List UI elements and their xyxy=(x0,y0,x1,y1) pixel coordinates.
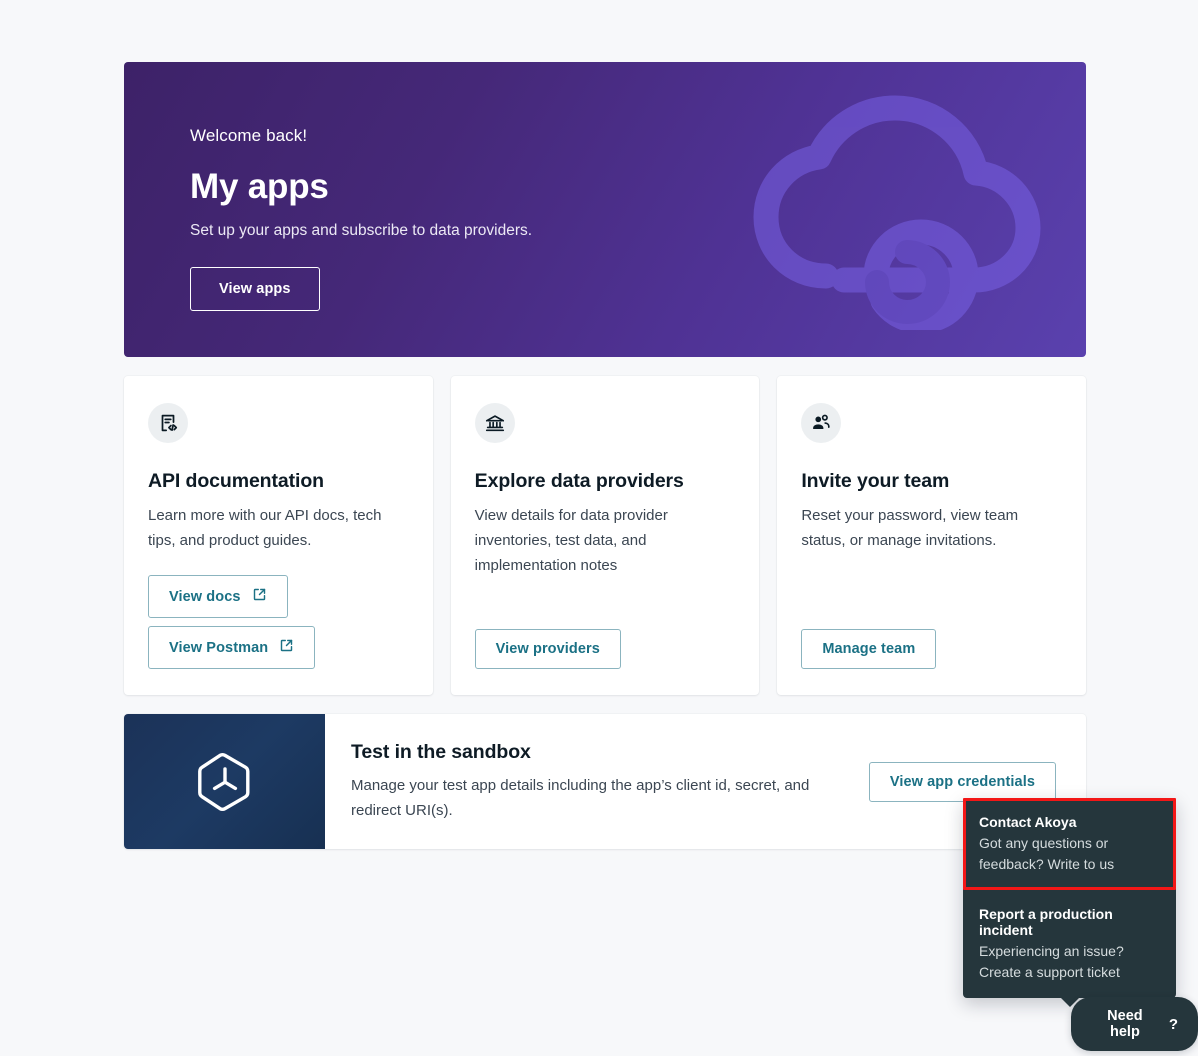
manage-team-button[interactable]: Manage team xyxy=(801,629,937,669)
feature-cards: API documentation Learn more with our AP… xyxy=(124,376,1087,695)
help-item-description: Got any questions or feedback? Write to … xyxy=(979,835,1115,872)
need-help-button[interactable]: Need help ? xyxy=(1071,997,1198,1051)
help-item-title: Report a production incident xyxy=(979,906,1113,938)
hero-welcome-text: Welcome back! xyxy=(190,126,308,145)
view-providers-button[interactable]: View providers xyxy=(474,629,621,669)
card-explore-data-providers: Explore data providers View details for … xyxy=(450,376,760,695)
team-users-icon xyxy=(801,403,842,443)
view-apps-button[interactable]: View apps xyxy=(190,267,320,311)
card-title: API documentation xyxy=(148,470,324,492)
card-description: Reset your password, view team status, o… xyxy=(801,507,1019,549)
content-container: Welcome back! My apps Set up your apps a… xyxy=(124,62,1087,849)
view-app-credentials-button[interactable]: View app credentials xyxy=(868,761,1056,802)
sandbox-panel: Test in the sandbox Manage your test app… xyxy=(124,714,1086,849)
hero-text-block: Welcome back! My apps Set up your apps a… xyxy=(190,126,532,311)
hero-banner: Welcome back! My apps Set up your apps a… xyxy=(124,62,1086,357)
view-postman-button[interactable]: View Postman xyxy=(148,626,316,669)
sandbox-title: Test in the sandbox xyxy=(351,740,531,763)
cloud-icon xyxy=(748,80,1048,334)
api-doc-code-icon xyxy=(148,403,188,443)
page-root: Welcome back! My apps Set up your apps a… xyxy=(0,0,1198,1056)
sandbox-text-block: Test in the sandbox Manage your test app… xyxy=(351,741,851,823)
card-actions: View docs View Postman xyxy=(148,553,409,669)
bank-institution-icon xyxy=(474,403,515,443)
button-label: View docs xyxy=(169,588,241,605)
card-invite-your-team: Invite your team Reset your password, vi… xyxy=(777,376,1087,695)
help-item-report-incident[interactable]: Report a production incident Experiencin… xyxy=(963,890,1176,998)
need-help-label: Need help xyxy=(1107,1008,1143,1040)
card-title: Explore data providers xyxy=(474,470,684,492)
external-link-icon xyxy=(252,587,267,606)
external-link-icon xyxy=(279,638,294,657)
help-item-title: Contact Akoya xyxy=(979,814,1077,830)
button-label: Manage team xyxy=(822,641,916,657)
button-label: View providers xyxy=(495,641,600,657)
sandbox-description: Manage your test app details including t… xyxy=(351,776,810,819)
button-label: View Postman xyxy=(169,639,269,656)
view-docs-button[interactable]: View docs xyxy=(148,575,288,618)
card-actions: Manage team xyxy=(801,607,1062,669)
card-actions: View providers xyxy=(474,607,736,669)
help-item-contact-akoya[interactable]: Contact Akoya Got any questions or feedb… xyxy=(963,798,1176,890)
card-title: Invite your team xyxy=(801,470,950,492)
hero-subtitle: Set up your apps and subscribe to data p… xyxy=(190,222,533,239)
card-description: Learn more with our API docs, tech tips,… xyxy=(148,507,382,549)
question-mark-icon: ? xyxy=(1168,1015,1178,1033)
help-popup: Contact Akoya Got any questions or feedb… xyxy=(963,798,1176,1007)
card-description: View details for data provider inventori… xyxy=(474,507,668,574)
akoya-hexagon-logo xyxy=(124,714,325,849)
help-item-description: Experiencing an issue? Create a support … xyxy=(979,943,1124,980)
card-api-documentation: API documentation Learn more with our AP… xyxy=(124,376,433,695)
page-title: My apps xyxy=(190,167,329,206)
